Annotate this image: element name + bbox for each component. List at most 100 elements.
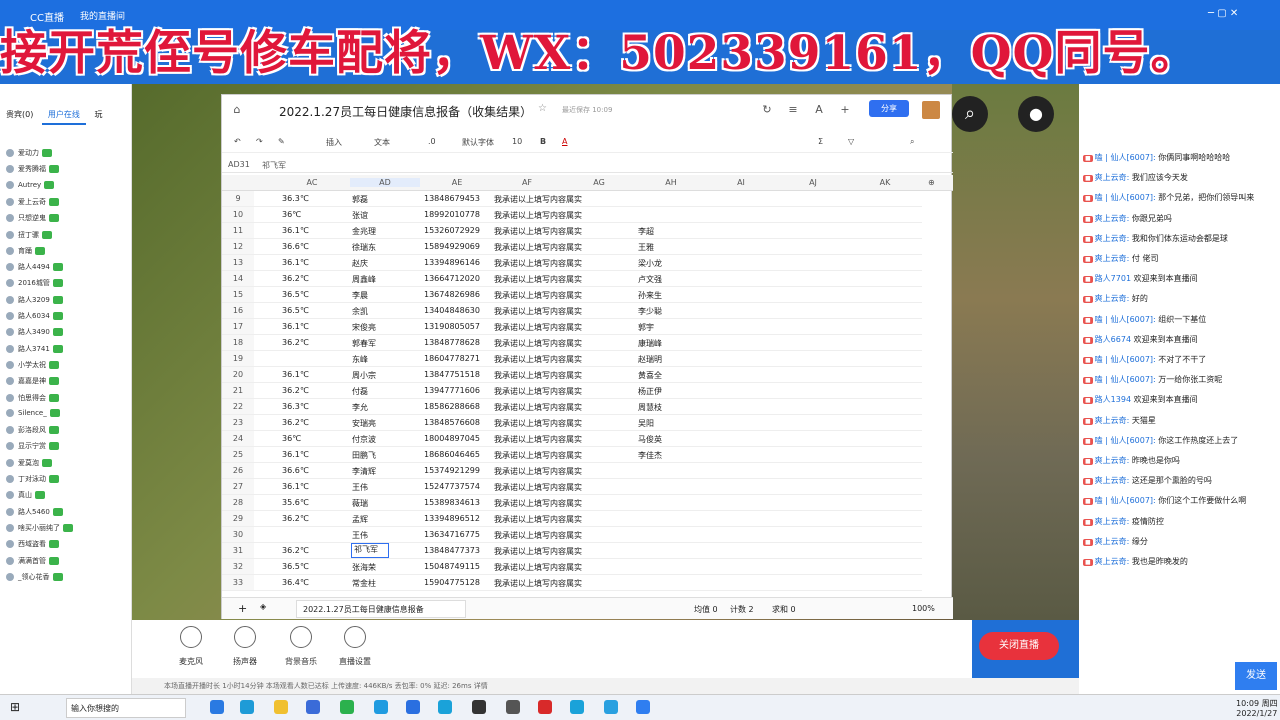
name-cell[interactable]: 张谊	[352, 210, 368, 221]
app-icon[interactable]	[240, 700, 254, 714]
name-cell[interactable]: 郭磊	[352, 194, 368, 205]
table-row[interactable]: 27 36.1℃ 王伟 15247737574 我承诺以上填写内容属实	[222, 479, 922, 495]
filter-icon[interactable]: ▽	[848, 137, 854, 146]
phone-cell[interactable]: 13674826986	[424, 290, 480, 299]
menu-icon[interactable]: ≡	[786, 103, 800, 117]
phone-cell[interactable]: 13947771606	[424, 386, 480, 395]
location-icon[interactable]: ●	[1018, 96, 1054, 132]
temperature-cell[interactable]: 36.6℃	[282, 242, 309, 251]
row-number[interactable]: 14	[222, 271, 254, 286]
app-icon[interactable]	[438, 700, 452, 714]
phone-cell[interactable]: 18586288668	[424, 402, 480, 411]
format-menu[interactable]: 文本	[374, 137, 390, 148]
ah-cell[interactable]: 黄喜全	[638, 370, 662, 381]
name-cell[interactable]: 付磊	[352, 386, 368, 397]
ah-cell[interactable]: 孙来生	[638, 290, 662, 301]
ah-cell[interactable]: 马俊英	[638, 434, 662, 445]
commitment-cell[interactable]: 我承诺以上填写内容属实	[494, 530, 582, 541]
name-cell[interactable]: 孟辉	[352, 514, 368, 525]
send-button[interactable]: 发送	[1235, 662, 1277, 690]
font-color-button[interactable]: A	[562, 137, 567, 146]
name-cell[interactable]: 李晨	[352, 290, 368, 301]
sheets-list-icon[interactable]: ◈	[260, 602, 266, 611]
commitment-cell[interactable]: 我承诺以上填写内容属实	[494, 514, 582, 525]
user-list-item[interactable]: 爱动力	[6, 148, 52, 162]
user-list-item[interactable]: 路人3490	[6, 327, 63, 341]
phone-cell[interactable]: 18686046465	[424, 450, 480, 459]
windows-icon[interactable]: ⊞	[10, 700, 20, 714]
table-row[interactable]: 31 36.2℃ 祁飞军 13848477373 我承诺以上填写内容属实	[222, 543, 922, 559]
speaker-icon[interactable]	[234, 626, 256, 648]
temperature-cell[interactable]: 36.2℃	[282, 274, 309, 283]
user-list-item[interactable]: 路人6034	[6, 311, 63, 325]
commitment-cell[interactable]: 我承诺以上填写内容属实	[494, 434, 582, 445]
row-number[interactable]: 21	[222, 383, 254, 398]
col-header[interactable]: AC	[282, 178, 342, 187]
zoom-level[interactable]: 100%	[912, 604, 935, 613]
name-cell[interactable]: 周鑫峰	[352, 274, 376, 285]
col-header[interactable]: AG	[564, 178, 634, 187]
temperature-cell[interactable]: 36.5℃	[282, 290, 309, 299]
table-row[interactable]: 9 36.3℃ 郭磊 13848679453 我承诺以上填写内容属实	[222, 191, 922, 207]
star-icon[interactable]: ☆	[538, 103, 547, 114]
temperature-cell[interactable]: 36℃	[282, 210, 301, 219]
name-cell[interactable]: 王伟	[352, 482, 368, 493]
col-header[interactable]: AI	[706, 178, 776, 187]
search-icon[interactable]: ⌕	[952, 96, 988, 132]
app-icon[interactable]	[306, 700, 320, 714]
phone-cell[interactable]: 18604778271	[424, 354, 480, 363]
chat-user[interactable]: 爽上云奇:	[1095, 173, 1130, 182]
row-number[interactable]: 18	[222, 335, 254, 350]
table-row[interactable]: 12 36.6℃ 徐瑞东 15894929069 我承诺以上填写内容属实 王雅	[222, 239, 922, 255]
format-painter-icon[interactable]: ✎	[278, 137, 285, 146]
table-row[interactable]: 29 36.2℃ 孟辉 13394896512 我承诺以上填写内容属实	[222, 511, 922, 527]
temperature-cell[interactable]: 36.1℃	[282, 370, 309, 379]
name-cell[interactable]: 田鹏飞	[352, 450, 376, 461]
app-icon[interactable]	[472, 700, 486, 714]
commitment-cell[interactable]: 我承诺以上填写内容属实	[494, 450, 582, 461]
temperature-cell[interactable]: 36.6℃	[282, 466, 309, 475]
sheet-tab[interactable]: 2022.1.27员工每日健康信息报备	[296, 600, 466, 618]
chat-user[interactable]: 路人1394	[1095, 395, 1131, 404]
name-cell[interactable]: 宋俊亮	[352, 322, 376, 333]
temperature-cell[interactable]: 36.1℃	[282, 226, 309, 235]
temperature-cell[interactable]: 36.3℃	[282, 402, 309, 411]
chat-user[interactable]: 爽上云奇:	[1095, 254, 1130, 263]
name-cell[interactable]: 王伟	[352, 530, 368, 541]
phone-cell[interactable]: 15904775128	[424, 578, 480, 587]
row-number[interactable]: 16	[222, 303, 254, 318]
table-row[interactable]: 16 36.5℃ 余凯 13404848630 我承诺以上填写内容属实 李少聪	[222, 303, 922, 319]
chat-user[interactable]: 路人6674	[1095, 335, 1131, 344]
commitment-cell[interactable]: 我承诺以上填写内容属实	[494, 274, 582, 285]
name-cell[interactable]: 东峰	[352, 354, 368, 365]
name-cell[interactable]: 付京波	[352, 434, 376, 445]
font-size-select[interactable]: 10	[512, 137, 522, 146]
row-number[interactable]: 11	[222, 223, 254, 238]
phone-cell[interactable]: 15247737574	[424, 482, 480, 491]
user-list-item[interactable]: Silence_	[6, 408, 60, 423]
folder-icon[interactable]	[274, 700, 288, 714]
chat-user[interactable]: 嗑 | 仙人[6007]:	[1095, 436, 1156, 445]
user-list-item[interactable]: 只想逆鬼	[6, 213, 59, 227]
row-number[interactable]: 31	[222, 543, 254, 558]
table-row[interactable]: 10 36℃ 张谊 18992010778 我承诺以上填写内容属实	[222, 207, 922, 223]
tab-other[interactable]: 玩	[88, 106, 108, 123]
table-row[interactable]: 19 东峰 18604778271 我承诺以上填写内容属实 赵瑞明	[222, 351, 922, 367]
user-list-item[interactable]: 路人4494	[6, 262, 63, 276]
commitment-cell[interactable]: 我承诺以上填写内容属实	[494, 290, 582, 301]
temperature-cell[interactable]: 36.1℃	[282, 482, 309, 491]
settings-label[interactable]: 直播设置	[330, 656, 380, 667]
insert-menu[interactable]: 插入	[326, 137, 342, 148]
mic-label[interactable]: 麦克风	[166, 656, 216, 667]
share-button[interactable]: 分享	[869, 100, 909, 117]
user-list-item[interactable]: 育踊	[6, 246, 45, 260]
commitment-cell[interactable]: 我承诺以上填写内容属实	[494, 210, 582, 221]
chat-user[interactable]: 嗑 | 仙人[6007]:	[1095, 315, 1156, 324]
table-row[interactable]: 23 36.2℃ 安瑞亮 13848576608 我承诺以上填写内容属实 吴阳	[222, 415, 922, 431]
phone-cell[interactable]: 13404848630	[424, 306, 480, 315]
phone-cell[interactable]: 13847751518	[424, 370, 480, 379]
user-list-item[interactable]: 怕思得会	[6, 393, 59, 407]
user-list-item[interactable]: 彭洛段风	[6, 425, 59, 439]
phone-cell[interactable]: 13848477373	[424, 546, 480, 555]
phone-cell[interactable]: 15894929069	[424, 242, 480, 251]
